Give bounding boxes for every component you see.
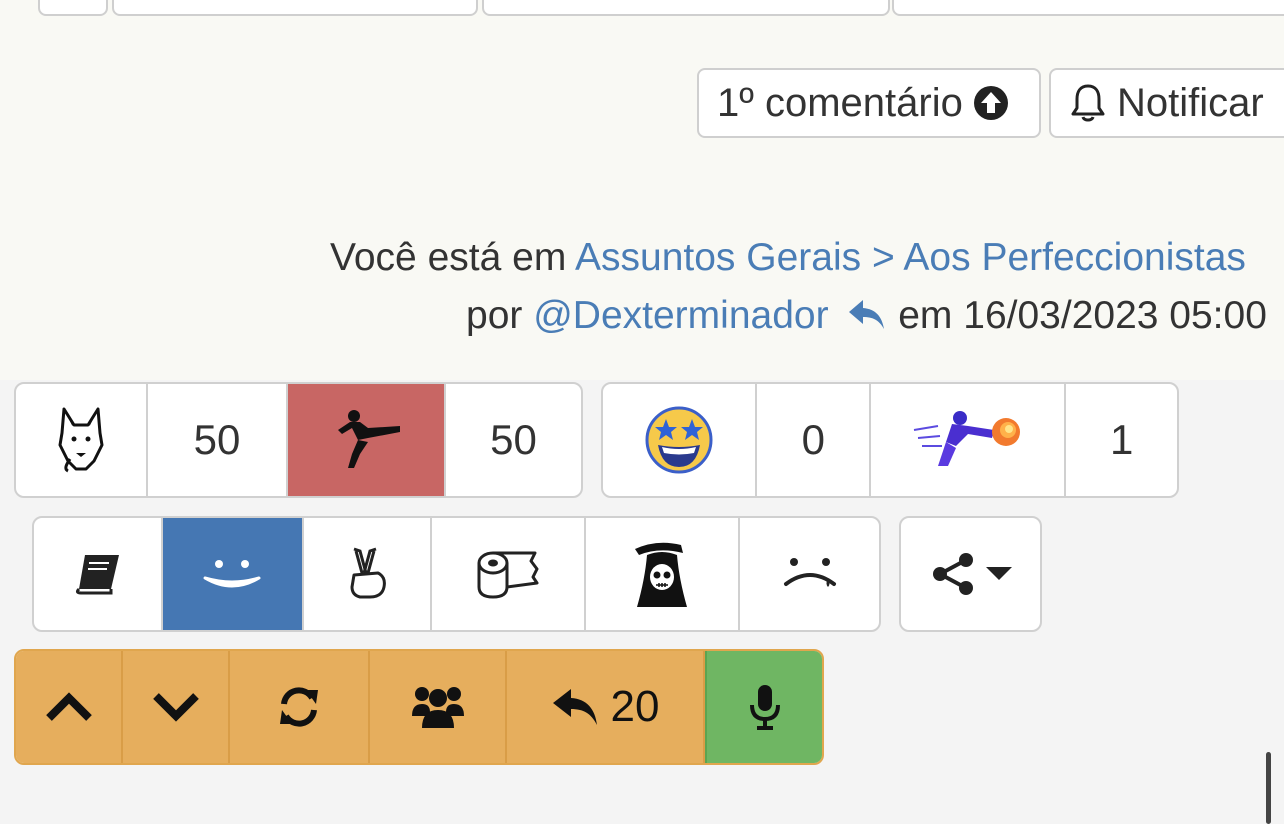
- share-icon: [930, 552, 976, 596]
- star-eyes-emoji-icon: [644, 405, 714, 475]
- scroll-up-button[interactable]: [16, 651, 123, 763]
- kick-icon: [328, 408, 404, 472]
- top-cut-button[interactable]: [482, 0, 890, 16]
- vote-group: 50 50: [14, 382, 583, 498]
- kick-vote-button[interactable]: [288, 384, 446, 496]
- chevron-up-icon: [45, 692, 93, 722]
- share-dropdown-button[interactable]: [901, 518, 1040, 630]
- byline-prefix: por: [466, 294, 534, 337]
- star-eyes-count: 0: [757, 384, 872, 496]
- reaction-sad-button[interactable]: [740, 518, 879, 630]
- smile-icon: [201, 554, 263, 594]
- chevron-down-icon: [152, 692, 200, 722]
- wolf-vote-count: 50: [148, 384, 288, 496]
- reply-arrow-icon[interactable]: [847, 298, 887, 332]
- post-date: 16/03/2023 05:00: [963, 294, 1267, 337]
- users-icon: [410, 684, 466, 730]
- scrollbar[interactable]: [1266, 752, 1271, 824]
- first-comment-button[interactable]: 1º comentário: [697, 68, 1041, 138]
- caret-down-icon: [985, 567, 1012, 581]
- bell-icon: [1069, 82, 1107, 124]
- breadcrumb-prefix: Você está em: [330, 236, 575, 279]
- breadcrumb-path-link[interactable]: Assuntos Gerais > Aos Perfeccionistas: [575, 236, 1246, 279]
- refresh-icon: [276, 684, 322, 730]
- reaction-reaper-button[interactable]: [586, 518, 741, 630]
- top-cut-button[interactable]: [38, 0, 108, 16]
- wolf-icon: [56, 405, 106, 475]
- kick-vote-count: 50: [490, 416, 537, 463]
- toilet-paper-icon: [475, 547, 541, 601]
- scroll-down-button[interactable]: [123, 651, 230, 763]
- reply-icon: [551, 687, 601, 727]
- flying-kick-button[interactable]: [871, 384, 1067, 496]
- reaction-group: [32, 516, 881, 632]
- date-prefix: em: [887, 294, 964, 337]
- reaction-book-button[interactable]: [34, 518, 163, 630]
- flying-kick-count: 1: [1110, 416, 1134, 463]
- microphone-icon: [749, 683, 781, 731]
- peace-hand-icon: [344, 547, 390, 601]
- flying-kick-icon: [912, 408, 1024, 472]
- grim-reaper-icon: [627, 539, 697, 609]
- notify-label: Notificar: [1117, 80, 1264, 125]
- first-comment-label: 1º comentário: [717, 80, 963, 125]
- reaction-smile-button[interactable]: [162, 518, 304, 630]
- notify-button[interactable]: Notificar: [1049, 68, 1284, 138]
- share-group: [899, 516, 1042, 632]
- reaction-toilet-paper-button[interactable]: [432, 518, 587, 630]
- reply-count: 20: [610, 682, 660, 731]
- reaction-peace-button[interactable]: [304, 518, 432, 630]
- wolf-vote-button[interactable]: [16, 384, 148, 496]
- author-link[interactable]: @Dexterminador: [533, 294, 828, 337]
- post-toolbar: 20: [14, 649, 824, 765]
- post-byline: por @Dexterminador em 16/03/2023 05:00: [466, 294, 1267, 338]
- rating-group: 0 1: [601, 382, 1179, 498]
- sad-face-icon: [782, 554, 838, 594]
- top-cut-button[interactable]: [892, 0, 1284, 16]
- top-cut-button[interactable]: [112, 0, 478, 16]
- reply-count-button[interactable]: 20: [507, 651, 705, 763]
- star-eyes-button[interactable]: [603, 384, 758, 496]
- breadcrumb: Você está em Assuntos Gerais > Aos Perfe…: [330, 236, 1246, 280]
- audio-button[interactable]: [705, 651, 822, 763]
- arrow-circle-up-icon: [973, 85, 1009, 121]
- participants-button[interactable]: [370, 651, 507, 763]
- book-icon: [73, 553, 121, 595]
- post-header-area: 1º comentário Notificar Você está em Ass…: [0, 0, 1284, 380]
- refresh-button[interactable]: [230, 651, 370, 763]
